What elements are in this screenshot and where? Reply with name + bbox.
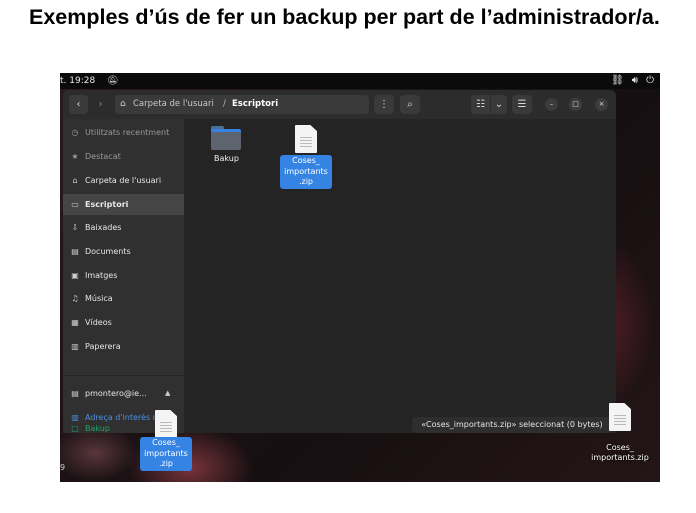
sidebar-item-music[interactable]: ♫ Música: [63, 288, 184, 309]
top-bar: t. 19:28 🔕︎ ⛓︎ 🔊︎ ⏻: [60, 73, 660, 89]
breadcrumb-home[interactable]: Carpeta de l'usuari: [133, 95, 214, 114]
desktop-zip-file-icon[interactable]: [609, 403, 631, 431]
sidebar-item-pictures[interactable]: ▣ Imatges: [63, 265, 184, 286]
clock[interactable]: t. 19:28: [60, 73, 95, 89]
file-label-line: Coses_: [292, 156, 320, 165]
file-label-line: importants.zip: [591, 453, 649, 462]
sidebar-item-home[interactable]: ⌂ Carpeta de l'usuari: [63, 170, 184, 191]
sidebar-item-label: Bakup: [85, 424, 110, 433]
sidebar-item-starred[interactable]: ★ Destacat: [63, 146, 184, 167]
file-label-line: .zip: [158, 459, 174, 468]
path-menu-button[interactable]: ⋮: [374, 95, 394, 114]
image-icon: ▣: [71, 271, 79, 280]
bell-off-icon[interactable]: 🔕︎: [107, 73, 118, 89]
home-icon: ⌂: [120, 99, 126, 109]
zip-file-icon[interactable]: [295, 125, 317, 153]
volume-icon[interactable]: 🔊︎: [632, 73, 638, 89]
sidebar-item-label: Destacat: [85, 152, 121, 161]
file-manager-window: ‹ › ⌂ Carpeta de l'usuari / Escriptori ⋮…: [63, 90, 616, 433]
sidebar-item-label: Paperera: [85, 342, 121, 351]
search-button[interactable]: ⌕: [400, 95, 420, 114]
network-drive-icon: ▤: [71, 389, 79, 398]
music-icon: ♫: [71, 294, 79, 303]
sidebar-item-recent[interactable]: ◷ Utilitzats recentment: [63, 122, 184, 143]
sidebar-item-trash[interactable]: ▥ Paperera: [63, 336, 184, 357]
sidebar-item-label: Documents: [85, 247, 131, 256]
path-bar[interactable]: ⌂ Carpeta de l'usuari / Escriptori: [115, 95, 369, 114]
sidebar-item-network-drive[interactable]: ▤ pmontero@ie... ▲: [63, 383, 184, 404]
page-title: Exemples d’ús de fer un backup per part …: [29, 5, 660, 29]
zip-file-lines: [614, 413, 626, 425]
document-icon: ▤: [71, 247, 79, 256]
back-button[interactable]: ‹: [69, 95, 88, 114]
forward-button[interactable]: ›: [91, 95, 110, 114]
sidebar-item-label: pmontero@ie...: [85, 389, 147, 398]
eject-icon[interactable]: ▲: [165, 383, 170, 404]
file-label-line: Coses_: [606, 443, 634, 452]
sidebar-item-label: Vídeos: [85, 318, 112, 327]
dragged-zip-file-icon[interactable]: [155, 410, 177, 438]
file-label-line: importants: [144, 448, 188, 458]
home-icon: ⌂: [72, 176, 78, 185]
power-icon[interactable]: ⏻: [646, 73, 654, 89]
sidebar-item-label: Escriptori: [85, 200, 129, 209]
sidebar-divider: [63, 375, 184, 376]
system-tray[interactable]: ⛓︎ 🔊︎ ⏻: [611, 73, 654, 89]
download-icon: ⇩: [71, 223, 79, 232]
minimize-button[interactable]: –: [545, 98, 558, 111]
file-view[interactable]: Bakup Coses_ importants .zip: [184, 119, 616, 433]
desktop-file-label[interactable]: Coses_ importants.zip: [580, 443, 660, 463]
sidebar-item-label: Baixades: [85, 223, 122, 232]
breadcrumb-current[interactable]: Escriptori: [232, 95, 278, 114]
video-icon: ▦: [71, 318, 79, 327]
sidebar-item-label: Imatges: [85, 271, 118, 280]
file-label-bakup[interactable]: Bakup: [199, 154, 254, 163]
main-menu-button[interactable]: ☰: [512, 95, 532, 114]
sidebar-item-label: Música: [85, 294, 113, 303]
screenshot: t. 19:28 🔕︎ ⛓︎ 🔊︎ ⏻ ‹ › ⌂ Carpeta de l'u…: [60, 73, 660, 482]
sidebar-item-label: Utilitzats recentment: [85, 128, 170, 137]
desktop-icon: ▭: [71, 200, 79, 209]
file-label-line: Coses_: [152, 438, 180, 447]
sidebar-item-label: Carpeta de l'usuari: [85, 176, 162, 185]
view-options-button[interactable]: ⌄: [491, 95, 507, 114]
zip-file-lines: [300, 135, 312, 147]
star-icon: ★: [71, 152, 79, 161]
file-label-line: .zip: [298, 177, 314, 186]
header-bar: ‹ › ⌂ Carpeta de l'usuari / Escriptori ⋮…: [63, 90, 616, 119]
maximize-button[interactable]: □: [569, 98, 582, 111]
network-icon[interactable]: ⛓︎: [611, 73, 624, 89]
view-list-button[interactable]: ☷: [471, 95, 490, 114]
close-button[interactable]: ×: [595, 98, 608, 111]
folder-icon: ▢: [71, 424, 79, 433]
zip-file-lines: [160, 420, 172, 432]
file-label-line: importants: [284, 166, 328, 176]
status-bar: «Coses_importants.zip» seleccionat (0 by…: [412, 417, 612, 433]
breadcrumb-separator: /: [223, 99, 226, 109]
sidebar-item-downloads[interactable]: ⇩ Baixades: [63, 217, 184, 238]
folder-icon[interactable]: [211, 126, 241, 150]
sidebar: ◷ Utilitzats recentment ★ Destacat ⌂ Car…: [63, 119, 184, 433]
clock-icon: ◷: [71, 128, 79, 137]
sidebar-item-desktop[interactable]: ▭ Escriptori: [63, 194, 184, 215]
trash-icon: ▥: [71, 342, 79, 351]
dragged-file-label[interactable]: Coses_ importants .zip: [140, 437, 192, 471]
folder-body: [211, 129, 241, 150]
desktop-corner-text: 9: [60, 463, 66, 472]
file-label-zip-selected[interactable]: Coses_ importants .zip: [280, 155, 332, 189]
sidebar-item-documents[interactable]: ▤ Documents: [63, 241, 184, 262]
sidebar-item-videos[interactable]: ▦ Vídeos: [63, 312, 184, 333]
